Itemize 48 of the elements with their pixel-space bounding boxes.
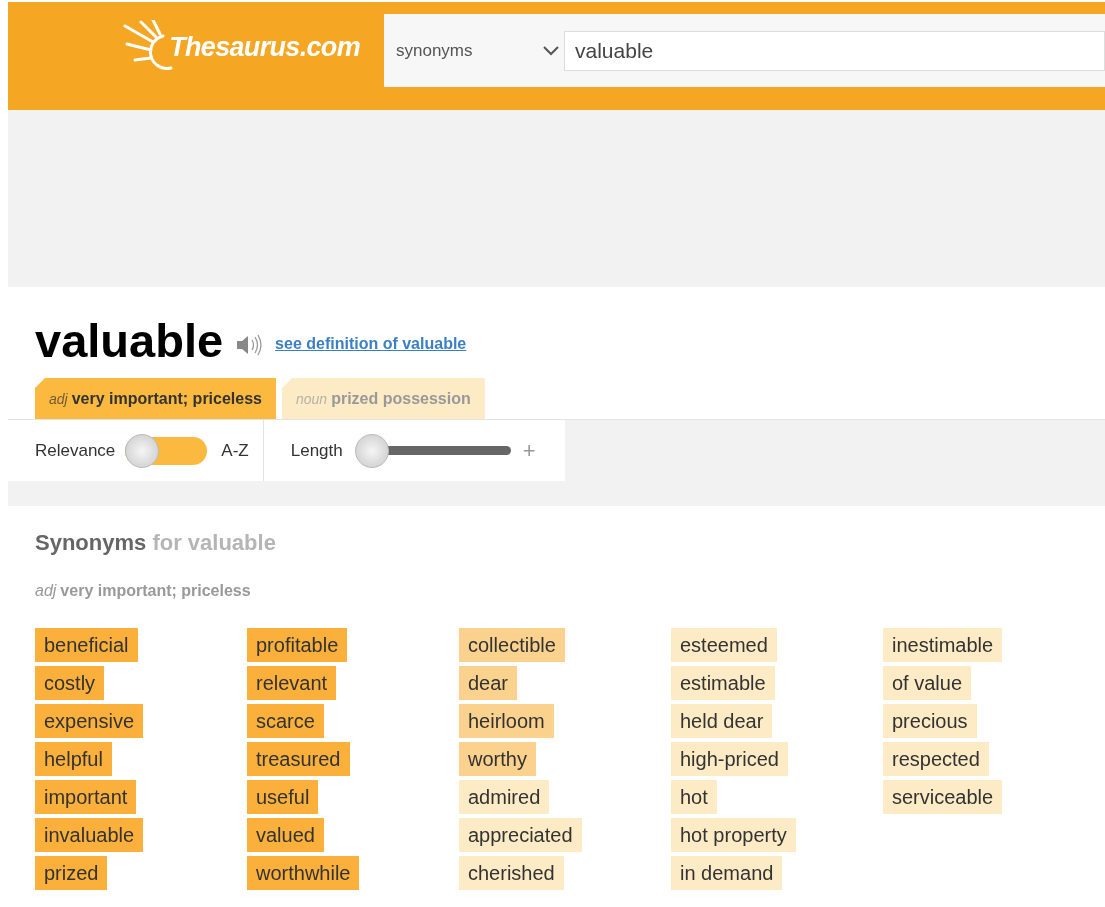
chevron-down-icon [542, 44, 560, 57]
sense-caption: adj very important; priceless [35, 581, 252, 601]
synonym-tag[interactable]: worthwhile [247, 856, 360, 890]
synonym-tag[interactable]: precious [883, 704, 977, 738]
definition-link[interactable]: see definition of valuable [275, 331, 467, 356]
length-label: Length [290, 439, 343, 462]
search-type-dropdown[interactable]: synonyms [396, 37, 564, 64]
sense-tab[interactable]: adj very important; priceless [35, 378, 276, 419]
synonym-tag[interactable]: expensive [35, 704, 144, 738]
sort-label: A-Z [221, 439, 249, 462]
headword: valuable [35, 317, 224, 364]
synonym-tag[interactable]: scarce [247, 704, 324, 738]
synonym-tag[interactable]: treasured [247, 742, 350, 776]
synonym-tag[interactable]: in demand [671, 856, 783, 890]
synonym-tag[interactable]: prized [35, 856, 108, 890]
synonym-tag[interactable]: invaluable [35, 818, 144, 852]
synonym-tag[interactable]: serviceable [883, 780, 1003, 814]
slider-thumb[interactable] [354, 433, 389, 468]
synonym-tag[interactable]: useful [247, 780, 319, 814]
synonyms-heading: Synonyms for valuable [35, 529, 277, 557]
synonym-tag[interactable]: appreciated [459, 818, 582, 852]
synonym-tag[interactable]: costly [35, 666, 105, 700]
synonym-tag[interactable]: important [35, 780, 137, 814]
synonym-tag[interactable]: admired [459, 780, 550, 814]
synonym-tag[interactable]: collectible [459, 628, 565, 662]
synonym-tag[interactable]: dear [459, 666, 518, 700]
synonym-tag[interactable]: cherished [459, 856, 564, 890]
synonym-tag[interactable]: heirloom [459, 704, 554, 738]
speaker-icon[interactable] [235, 332, 264, 357]
synonym-tag[interactable]: of value [883, 666, 972, 700]
synonym-tag[interactable]: inestimable [883, 628, 1003, 662]
synonym-tag[interactable]: relevant [247, 666, 337, 700]
synonym-tag[interactable]: esteemed [671, 628, 777, 662]
synonym-tag[interactable]: helpful [35, 742, 112, 776]
synonym-tag[interactable]: beneficial [35, 628, 138, 662]
search-field[interactable]: valuable [564, 30, 1105, 71]
sort-toggle[interactable] [125, 436, 208, 465]
length-slider[interactable] [354, 433, 511, 468]
sort-label: Relevance [35, 439, 116, 462]
synonym-tag[interactable]: respected [883, 742, 989, 776]
synonym-tag[interactable]: hot [671, 780, 717, 814]
synonym-tag[interactable]: held dear [671, 704, 773, 738]
synonym-tag[interactable]: valued [247, 818, 324, 852]
synonym-tag[interactable]: worthy [459, 742, 536, 776]
synonym-tag[interactable]: profitable [247, 628, 348, 662]
synonym-tag[interactable]: hot property [671, 818, 796, 852]
synonym-tag[interactable]: estimable [671, 666, 775, 700]
synonym-tag[interactable]: high-priced [671, 742, 788, 776]
